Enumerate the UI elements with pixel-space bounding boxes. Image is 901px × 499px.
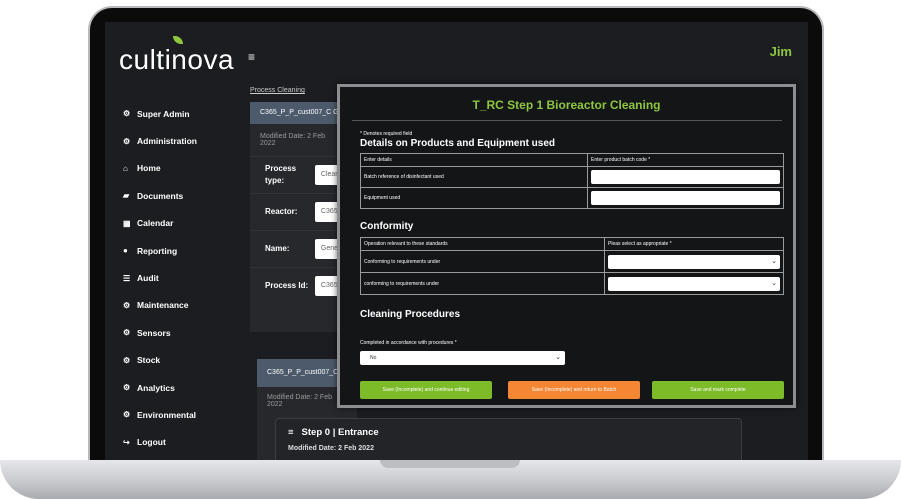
logo-text: cultinova bbox=[119, 44, 235, 75]
chevron-down-icon: ⌄ bbox=[771, 257, 777, 265]
gears-icon: ⚙ bbox=[123, 355, 131, 365]
procedures-label: Completed in accordance with procedures … bbox=[360, 340, 457, 346]
drag-handle-icon[interactable]: ≡ bbox=[288, 427, 294, 438]
sidebar-item-label: Calendar bbox=[137, 218, 174, 229]
sidebar-item-label: Administration bbox=[137, 136, 197, 147]
folder-icon: ▰ bbox=[123, 191, 130, 201]
gears-icon: ⚙ bbox=[123, 410, 131, 420]
field-process-id: Process Id: C365_ bbox=[250, 268, 345, 304]
app-screen: cultinova ≡ Jim ⚙ Super Admin ⚙ Administra… bbox=[105, 22, 808, 460]
conformity-select-2[interactable]: ⌄ bbox=[608, 276, 780, 291]
process-card-title[interactable]: C365_P_P_cust007_C Gen bbox=[250, 102, 345, 124]
save-complete-button[interactable]: Save and mark complete bbox=[652, 381, 784, 399]
equipment-used-input[interactable] bbox=[591, 191, 780, 205]
leaf-icon bbox=[173, 36, 183, 44]
gears-icon: ⚙ bbox=[123, 109, 131, 119]
conformity-table: Operation relevant to these standards Pl… bbox=[360, 237, 784, 295]
sidebar-item-label: Analytics bbox=[137, 382, 175, 393]
logout-icon: ↪ bbox=[123, 437, 130, 447]
gears-icon: ⚙ bbox=[123, 300, 131, 310]
row-label: conforming to requirements under bbox=[360, 272, 605, 295]
sidebar-item-label: Super Admin bbox=[137, 108, 190, 119]
chevron-down-icon: ⌄ bbox=[771, 279, 777, 287]
user-name[interactable]: Jim bbox=[770, 44, 792, 59]
section-title-cleaning: Cleaning Procedures bbox=[360, 309, 461, 320]
conformity-select-1[interactable]: ⌄ bbox=[608, 254, 780, 269]
field-name: Name: General bbox=[250, 231, 345, 268]
laptop-notch bbox=[380, 460, 520, 468]
chevron-down-icon: ⌄ bbox=[555, 354, 561, 361]
table-row: Batch reference of disinfectant used bbox=[360, 166, 784, 188]
table-row: Equipment used bbox=[360, 187, 784, 209]
sidebar-item-label: Documents bbox=[137, 190, 184, 201]
required-note: * Denotes required field bbox=[360, 131, 413, 137]
save-continue-button[interactable]: Save (Incomplete) and continue editing bbox=[360, 381, 492, 399]
row-label: Conforming to requirements under bbox=[360, 250, 605, 273]
gears-icon: ⚙ bbox=[123, 383, 131, 393]
sidebar-item-logout[interactable]: ↪ Logout bbox=[123, 429, 243, 456]
sidebar-item-label: Reporting bbox=[137, 245, 178, 256]
row-label: Batch reference of disinfectant used bbox=[360, 166, 588, 188]
sidebar-nav: ⚙ Super Admin ⚙ Administration ⌂ Home ▰ Docu… bbox=[123, 100, 243, 456]
sidebar-item-label: Environmental bbox=[137, 409, 197, 420]
menu-toggle-icon[interactable]: ≡ bbox=[248, 50, 255, 64]
step-title-text: Step 0 | Entrance bbox=[301, 427, 379, 438]
batch-reference-input[interactable] bbox=[591, 170, 780, 184]
sidebar-item-home[interactable]: ⌂ Home bbox=[123, 155, 243, 182]
cultinova-logo[interactable]: cultinova bbox=[119, 36, 235, 76]
sidebar-item-calendar[interactable]: ▦ Calendar bbox=[123, 210, 243, 237]
select-value: No bbox=[370, 355, 377, 361]
sidebar-item-maintenance[interactable]: ⚙ Maintenance bbox=[123, 292, 243, 319]
sidebar-item-label: Stock bbox=[137, 355, 161, 366]
divider bbox=[352, 120, 782, 121]
sidebar-item-super-admin[interactable]: ⚙ Super Admin bbox=[123, 100, 243, 127]
breadcrumb[interactable]: Process Cleaning bbox=[250, 87, 305, 94]
field-label: Process Id: bbox=[265, 281, 309, 290]
modified-date: Modified Date: 2 Feb 2022 bbox=[250, 124, 345, 157]
sidebar-item-label: Home bbox=[137, 163, 161, 174]
table-header: Enter details bbox=[360, 153, 588, 167]
save-return-button[interactable]: Save (Incomplete) and return to Batch bbox=[508, 381, 640, 399]
procedures-select[interactable]: No ⌄ bbox=[360, 351, 565, 365]
sidebar-item-documents[interactable]: ▰ Documents bbox=[123, 182, 243, 209]
step-panel[interactable]: ≡ Step 0 | Entrance Modified Date: 2 Feb … bbox=[275, 418, 742, 460]
step-title: ≡ Step 0 | Entrance bbox=[288, 427, 379, 438]
table-header: Enter product batch code * bbox=[587, 153, 784, 167]
step-modified-date: Modified Date: 2 Feb 2022 bbox=[288, 445, 374, 452]
field-label: Name: bbox=[265, 244, 290, 253]
calendar-icon: ▦ bbox=[123, 218, 131, 228]
field-reactor: Reactor: C365 bbox=[250, 194, 345, 231]
bioreactor-cleaning-modal: T_RC Step 1 Bioreactor Cleaning * Denote… bbox=[337, 84, 796, 408]
sidebar-item-label: Sensors bbox=[137, 327, 171, 338]
table-row: conforming to requirements under ⌄ bbox=[360, 272, 784, 295]
sidebar-item-label: Maintenance bbox=[137, 300, 189, 311]
home-icon: ⌂ bbox=[123, 163, 128, 173]
section-title-conformity: Conformity bbox=[360, 221, 414, 232]
details-table: Enter details Enter product batch code *… bbox=[360, 153, 784, 209]
sidebar-item-reporting[interactable]: ● Reporting bbox=[123, 237, 243, 264]
sidebar-item-sensors[interactable]: ⚙ Sensors bbox=[123, 319, 243, 346]
sidebar-item-label: Audit bbox=[137, 273, 159, 284]
sidebar-item-environmental[interactable]: ⚙ Environmental bbox=[123, 401, 243, 428]
sidebar-item-label: Logout bbox=[137, 437, 166, 448]
row-label: Equipment used bbox=[360, 187, 588, 209]
gears-icon: ⚙ bbox=[123, 136, 131, 146]
table-header: Operation relevant to these standards bbox=[360, 237, 605, 251]
table-header: Pleas select as appropriate * bbox=[604, 237, 784, 251]
section-title-details: Details on Products and Equipment used bbox=[360, 138, 556, 149]
sidebar-item-stock[interactable]: ⚙ Stock bbox=[123, 347, 243, 374]
list-icon: ☰ bbox=[123, 273, 131, 283]
modal-title: T_RC Step 1 Bioreactor Cleaning bbox=[472, 98, 661, 112]
field-process-type: Process type: Clean bbox=[250, 157, 345, 194]
gears-icon: ⚙ bbox=[123, 328, 131, 338]
field-label: Process type: bbox=[265, 164, 297, 185]
sidebar-item-administration[interactable]: ⚙ Administration bbox=[123, 127, 243, 154]
sidebar-item-audit[interactable]: ☰ Audit bbox=[123, 264, 243, 291]
table-row: Conforming to requirements under ⌄ bbox=[360, 250, 784, 273]
sidebar-item-analytics[interactable]: ⚙ Analytics bbox=[123, 374, 243, 401]
process-card: C365_P_P_cust007_C Gen Modified Date: 2 … bbox=[250, 102, 345, 332]
field-label: Reactor: bbox=[265, 207, 298, 216]
globe-icon: ● bbox=[123, 246, 128, 256]
